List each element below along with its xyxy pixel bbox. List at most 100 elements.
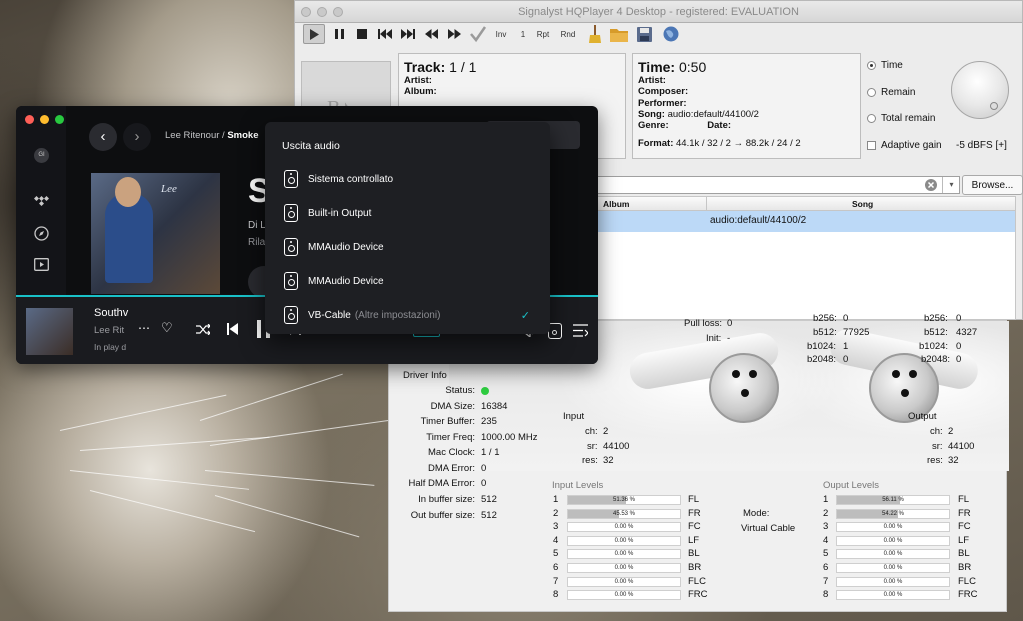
level-meter-fill bbox=[568, 509, 619, 518]
broom-button[interactable] bbox=[587, 24, 603, 44]
output-device-item[interactable]: MMAudio Device bbox=[265, 230, 550, 264]
xlr-input-connector bbox=[709, 353, 779, 423]
back-button[interactable]: ‹ bbox=[89, 123, 117, 151]
invert-button[interactable]: Inv bbox=[493, 24, 509, 44]
hqplayer-titlebar[interactable]: Signalyst HQPlayer 4 Desktop - registere… bbox=[295, 1, 1022, 23]
level-meter: 51.36 % bbox=[567, 495, 681, 505]
fast-forward-button[interactable] bbox=[444, 24, 464, 44]
verify-button[interactable] bbox=[467, 24, 489, 44]
output-ch-value: 2 bbox=[948, 426, 954, 437]
time-radio[interactable]: Time bbox=[867, 60, 903, 71]
breadcrumb-artist[interactable]: Lee Ritenour bbox=[165, 130, 219, 141]
forward-button[interactable]: › bbox=[123, 123, 151, 151]
previous-track-icon[interactable] bbox=[227, 323, 238, 335]
clear-search-icon[interactable] bbox=[925, 179, 937, 191]
output-device-item[interactable]: Sistema controllato bbox=[265, 162, 550, 196]
total-remain-radio[interactable]: Total remain bbox=[867, 113, 935, 124]
level-channel-number: 8 bbox=[553, 589, 559, 601]
now-playing-title[interactable]: Southv bbox=[94, 307, 128, 319]
level-percent: 0.00 % bbox=[614, 592, 634, 599]
speaker-icon bbox=[284, 306, 298, 324]
b512-out-value: 4327 bbox=[956, 327, 978, 338]
audio-output-title: Uscita audio bbox=[282, 140, 340, 152]
adaptive-gain-checkbox[interactable]: Adaptive gain bbox=[867, 140, 942, 151]
pull-loss-value: 0 bbox=[727, 318, 733, 329]
adaptive-gain-label: Adaptive gain bbox=[881, 140, 942, 151]
fast-forward-icon bbox=[447, 29, 461, 39]
driver-field-label: Out buffer size: bbox=[410, 510, 475, 521]
speaker-icon bbox=[284, 204, 298, 222]
heart-icon[interactable]: ♡ bbox=[161, 320, 173, 336]
zoom-button[interactable] bbox=[55, 115, 64, 124]
time-radio-label: Time bbox=[881, 60, 903, 71]
level-percent: 51.36 % bbox=[612, 497, 636, 503]
output-device-icon[interactable] bbox=[548, 323, 562, 339]
rewind-button[interactable] bbox=[421, 24, 441, 44]
output-device-item[interactable]: MMAudio Device bbox=[265, 264, 550, 298]
browse-button[interactable]: Browse... bbox=[962, 175, 1023, 195]
shuffle-icon[interactable] bbox=[196, 324, 210, 335]
level-channel-name: FC bbox=[958, 521, 971, 533]
driver-field-label: In buffer size: bbox=[418, 494, 475, 505]
level-channel-number: 4 bbox=[553, 534, 559, 546]
level-meter: 0.00 % bbox=[567, 522, 681, 533]
pause-button[interactable] bbox=[329, 24, 349, 44]
network-button[interactable] bbox=[661, 24, 681, 44]
init-value: - bbox=[727, 333, 731, 344]
album-artwork[interactable]: Lee bbox=[91, 173, 220, 294]
driver-field-label: DMA Size: bbox=[430, 401, 475, 412]
stop-button[interactable] bbox=[352, 24, 372, 44]
level-channel-name: FR bbox=[688, 507, 701, 519]
tidal-logo-icon[interactable] bbox=[34, 196, 49, 206]
level-channel-number: 6 bbox=[553, 562, 559, 573]
open-folder-button[interactable] bbox=[608, 24, 630, 44]
now-playing-artwork[interactable] bbox=[26, 308, 73, 355]
minimize-button[interactable] bbox=[40, 115, 49, 124]
output-device-item[interactable]: Built-in Output bbox=[265, 196, 550, 230]
b2048-out-value: 0 bbox=[956, 354, 962, 365]
level-channel-name: LF bbox=[958, 534, 970, 546]
close-button[interactable] bbox=[25, 115, 34, 124]
driver-field-label: Timer Freq: bbox=[426, 432, 475, 443]
videos-icon[interactable] bbox=[34, 258, 49, 271]
level-percent: 54.22 % bbox=[881, 510, 905, 517]
now-playing-source[interactable]: In play d bbox=[94, 342, 126, 352]
single-button[interactable]: 1 bbox=[517, 24, 529, 44]
play-button[interactable] bbox=[303, 24, 325, 44]
driver-field-value: 512 bbox=[481, 494, 497, 505]
search-dropdown-chevron-icon[interactable]: ▾ bbox=[942, 177, 960, 193]
remain-radio[interactable]: Remain bbox=[867, 87, 915, 98]
level-meter: 45.53 % bbox=[567, 508, 681, 519]
rewind-icon bbox=[424, 29, 438, 39]
save-button[interactable] bbox=[634, 24, 654, 44]
init-label: Init: bbox=[706, 333, 722, 344]
random-button[interactable]: Rnd bbox=[558, 24, 578, 44]
level-percent: 45.53 % bbox=[612, 510, 636, 517]
output-device-note[interactable]: (Altre impostazioni) bbox=[355, 310, 441, 321]
speaker-icon bbox=[284, 170, 298, 188]
level-channel-number: 7 bbox=[553, 575, 559, 587]
repeat-button[interactable]: Rpt bbox=[533, 24, 553, 44]
level-meter: 0.00 % bbox=[567, 576, 681, 587]
column-album[interactable]: Album bbox=[603, 199, 629, 209]
output-device-item[interactable]: VB-Cable (Altre impostazioni) ✓ bbox=[265, 298, 550, 332]
mode-label: Mode: bbox=[743, 508, 770, 519]
queue-icon[interactable] bbox=[573, 324, 588, 337]
more-options-icon[interactable]: ⋯ bbox=[138, 321, 150, 335]
previous-button[interactable] bbox=[375, 24, 395, 44]
time-value: 0:50 bbox=[678, 59, 707, 75]
level-channel-name: FRC bbox=[688, 589, 708, 601]
driver-info-title: Driver Info bbox=[403, 370, 447, 381]
album-release-line: Rila bbox=[248, 237, 266, 248]
b2048-out-label: b2048: bbox=[921, 354, 951, 365]
stop-icon bbox=[357, 29, 367, 39]
level-channel-number: 3 bbox=[823, 521, 829, 533]
time-options: Time Remain Total remain Adaptive gain -… bbox=[859, 53, 1023, 163]
volume-knob[interactable] bbox=[951, 61, 1009, 119]
explore-compass-icon[interactable] bbox=[34, 226, 49, 241]
column-song[interactable]: Song bbox=[852, 199, 873, 209]
avatar[interactable]: GI bbox=[34, 148, 49, 163]
now-playing-artist[interactable]: Lee Rit bbox=[94, 325, 124, 336]
next-button[interactable] bbox=[398, 24, 418, 44]
b1024-out-label: b1024: bbox=[919, 341, 949, 352]
